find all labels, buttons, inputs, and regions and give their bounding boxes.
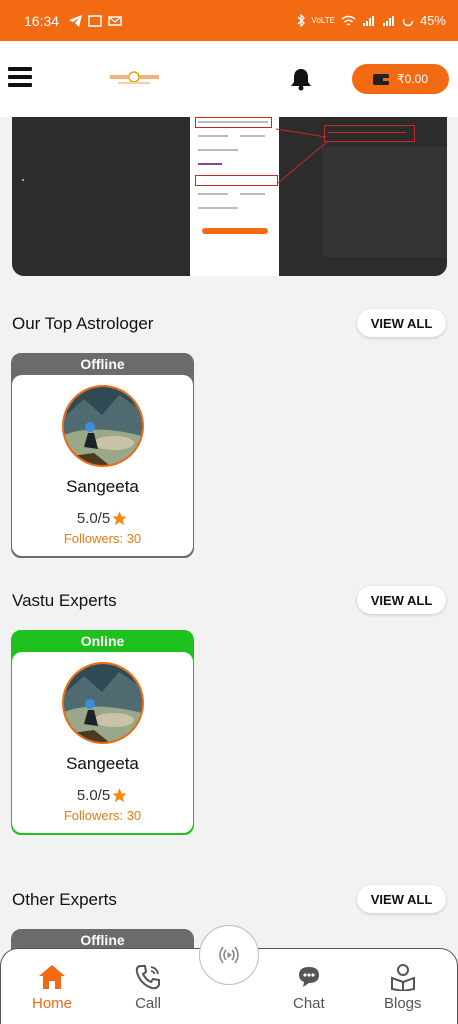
vastu-expert-card[interactable]: Online Sangeeta 5.0/5 Followers: 30 bbox=[11, 630, 194, 835]
nav-call-label: Call bbox=[135, 995, 161, 1012]
wallet-button[interactable]: ₹0.00 bbox=[352, 64, 449, 94]
phone-icon bbox=[135, 965, 160, 990]
nav-blogs[interactable]: Blogs bbox=[384, 963, 422, 1012]
section-title-vastu-experts: Vastu Experts bbox=[12, 591, 117, 610]
promo-banner[interactable] bbox=[12, 117, 447, 276]
mail-icon bbox=[108, 15, 122, 26]
rating: 5.0/5 bbox=[12, 787, 193, 804]
rating-value: 5.0/5 bbox=[76, 787, 111, 804]
avatar bbox=[62, 662, 144, 744]
battery-icon bbox=[402, 15, 414, 26]
view-all-top-astrologer-button[interactable]: VIEW ALL bbox=[357, 309, 446, 337]
signal-icon-2 bbox=[382, 15, 394, 26]
bluetooth-icon bbox=[297, 14, 305, 27]
view-all-vastu-experts-button[interactable]: VIEW ALL bbox=[357, 586, 446, 614]
avatar-image bbox=[64, 664, 142, 742]
signal-icon-1 bbox=[362, 15, 374, 26]
nav-home[interactable]: Home bbox=[32, 963, 72, 1012]
status-bar: 16:34 VoLTE 45% bbox=[0, 0, 458, 41]
status-time: 16:34 bbox=[24, 12, 60, 29]
wallet-icon bbox=[373, 74, 389, 85]
wifi-icon bbox=[341, 15, 356, 26]
star-icon bbox=[112, 788, 127, 803]
nav-chat[interactable]: Chat bbox=[293, 963, 325, 1012]
astrologer-name: Sangeeta bbox=[66, 477, 139, 496]
rating: 5.0/5 bbox=[12, 510, 193, 527]
expert-name: Sangeeta bbox=[66, 754, 139, 773]
network-label: VoLTE bbox=[311, 16, 335, 25]
wallet-amount: ₹0.00 bbox=[397, 72, 428, 86]
live-broadcast-icon bbox=[219, 946, 239, 964]
nav-chat-label: Chat bbox=[293, 995, 325, 1012]
menu-icon[interactable] bbox=[8, 67, 32, 87]
banner-arrows bbox=[275, 128, 329, 184]
chat-icon bbox=[298, 967, 319, 987]
bell-icon[interactable] bbox=[290, 67, 312, 91]
astrologer-card[interactable]: Offline Sangeeta 5.0/5 Followers: 30 bbox=[11, 353, 194, 558]
banner-screenshot bbox=[190, 117, 279, 276]
battery-percent: 45% bbox=[419, 13, 446, 28]
status-badge-offline: Offline bbox=[80, 356, 125, 372]
status-right: VoLTE 45% bbox=[297, 13, 446, 28]
followers-count: Followers: 30 bbox=[63, 531, 142, 546]
followers-count: Followers: 30 bbox=[63, 808, 142, 823]
live-broadcast-button[interactable] bbox=[199, 925, 259, 985]
app-header: ₹0.00 bbox=[0, 41, 458, 117]
status-badge-online: Online bbox=[80, 633, 125, 649]
section-title-other-experts: Other Experts bbox=[12, 890, 117, 909]
avatar-image bbox=[64, 387, 142, 465]
blogs-icon bbox=[390, 964, 415, 991]
home-icon bbox=[39, 965, 65, 989]
avatar bbox=[62, 385, 144, 467]
brand-logo[interactable] bbox=[108, 68, 160, 88]
nav-call[interactable]: Call bbox=[134, 963, 162, 1012]
section-title-top-astrologer: Our Top Astrologer bbox=[12, 314, 154, 333]
view-all-other-experts-button[interactable]: VIEW ALL bbox=[357, 885, 446, 913]
nav-blogs-label: Blogs bbox=[384, 995, 422, 1012]
telegram-icon bbox=[69, 14, 83, 27]
star-icon bbox=[112, 511, 127, 526]
app-icon bbox=[88, 14, 102, 27]
notification-icons bbox=[69, 14, 122, 27]
banner-callout bbox=[324, 125, 415, 142]
rating-value: 5.0/5 bbox=[76, 510, 111, 527]
nav-home-label: Home bbox=[32, 995, 73, 1012]
